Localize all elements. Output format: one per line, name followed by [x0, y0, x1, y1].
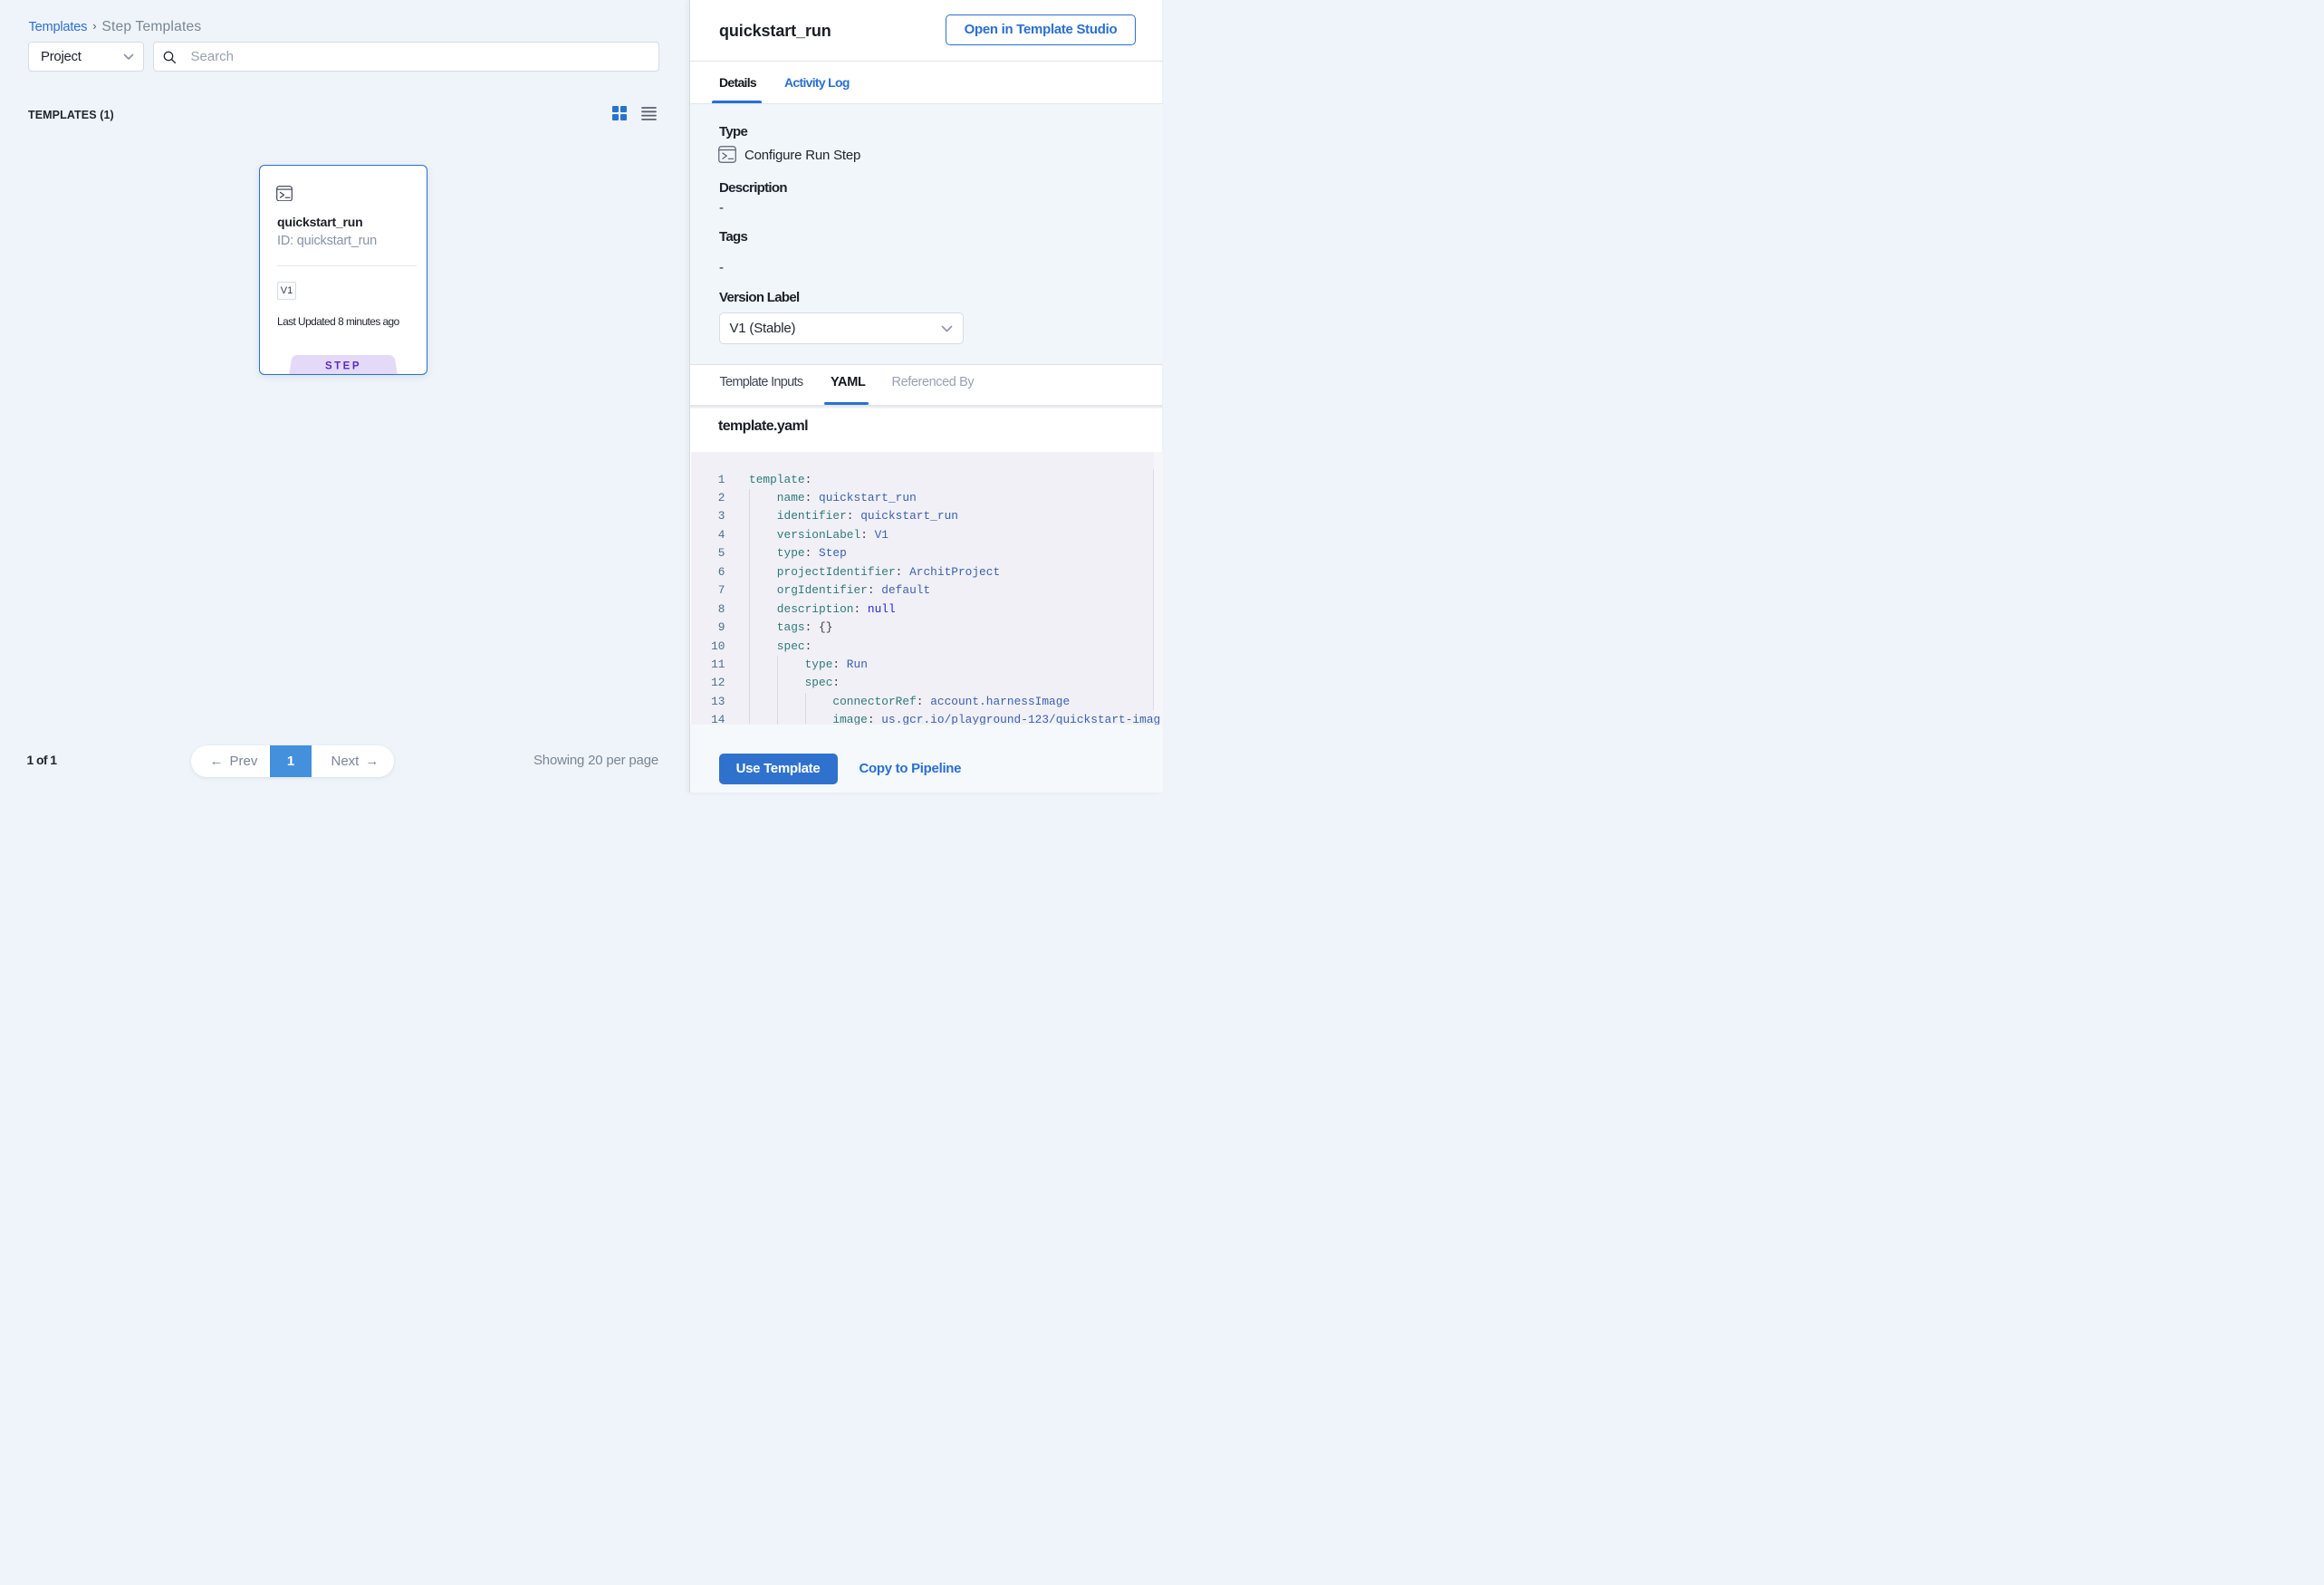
- svg-text:STEP: STEP: [325, 360, 361, 371]
